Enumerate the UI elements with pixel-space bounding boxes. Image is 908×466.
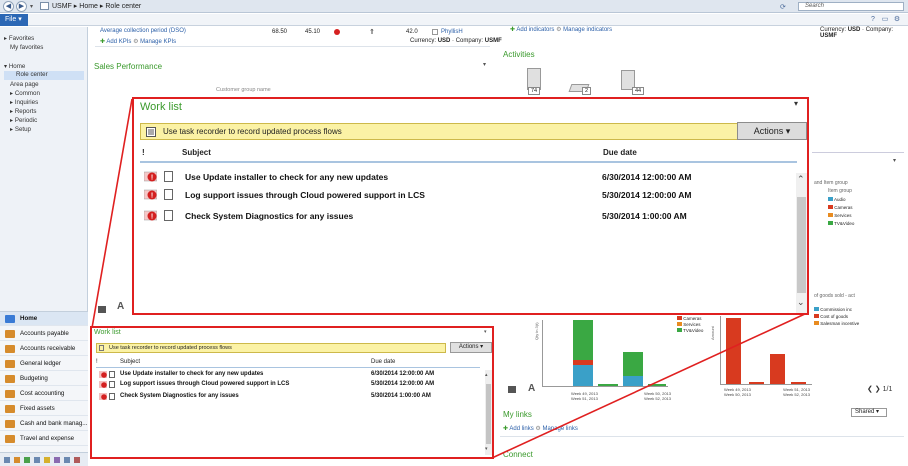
alert-icon (99, 381, 107, 388)
task-icon (164, 171, 173, 182)
small-col-flag[interactable]: ! (96, 359, 98, 365)
alert-icon: ! (144, 171, 157, 182)
row-due: 5/30/2014 12:00:00 AM (602, 190, 692, 200)
scroll-thumb[interactable] (797, 197, 806, 293)
table-row[interactable]: ! Check System Diagnostics for any issue… (140, 207, 797, 226)
small-actions-button[interactable]: Actions ▾ (450, 342, 492, 353)
row-subject: Log support issues through Cloud powered… (120, 381, 290, 387)
table-row[interactable]: Check System Diagnostics for any issues … (96, 392, 484, 402)
worklist-scrollbar[interactable]: ⌃ ⌄ (796, 173, 807, 313)
small-work-list-menu[interactable]: ▾ (484, 329, 487, 335)
task-icon (109, 371, 115, 378)
small-work-list-title: Work list (94, 329, 121, 336)
svg-text:!: ! (151, 175, 153, 182)
row-due: 6/30/2014 12:00:00 AM (602, 172, 692, 182)
work-list-menu-icon[interactable]: ▾ (794, 99, 798, 108)
scroll-down-icon[interactable]: ▾ (485, 446, 488, 452)
banner-text: Use task recorder to record updated proc… (163, 127, 342, 136)
table-row[interactable]: Use Update installer to check for any ne… (96, 370, 484, 380)
table-row[interactable]: ! Use Update installer to check for any … (140, 168, 797, 187)
small-banner-icon (99, 345, 104, 351)
col-due-header[interactable]: Due date (603, 148, 637, 157)
small-banner: Use task recorder to record updated proc… (96, 343, 446, 353)
task-recorder-banner: Use task recorder to record updated proc… (140, 123, 803, 140)
alert-icon (99, 393, 107, 400)
row-subject: Log support issues through Cloud powered… (185, 190, 425, 200)
scroll-up-icon[interactable]: ⌃ (797, 174, 805, 185)
table-row[interactable]: ! Log support issues through Cloud power… (140, 186, 797, 205)
small-col-subject[interactable]: Subject (120, 359, 140, 365)
chevron-down-icon: ▾ (785, 126, 791, 136)
row-due: 5/30/2014 1:00:00 AM (371, 393, 431, 399)
work-list-title: Work list (140, 101, 182, 113)
actions-button[interactable]: Actions ▾ (737, 122, 807, 140)
small-banner-text: Use task recorder to record updated proc… (109, 345, 232, 351)
table-row[interactable]: Log support issues through Cloud powered… (96, 380, 484, 390)
row-subject: Check System Diagnostics for any issues (185, 211, 354, 221)
row-due: 5/30/2014 12:00:00 AM (371, 381, 435, 387)
row-subject: Use Update installer to check for any ne… (185, 172, 389, 182)
work-list-zoomed: Work list ▾ Use task recorder to record … (132, 97, 809, 315)
row-subject: Check System Diagnostics for any issues (120, 393, 239, 399)
row-subject: Use Update installer to check for any ne… (120, 371, 264, 377)
task-icon (164, 210, 173, 221)
alert-icon (99, 371, 107, 378)
small-scrollbar[interactable]: ▴ ▾ (485, 370, 492, 455)
alert-icon: ! (144, 189, 157, 200)
row-due: 5/30/2014 1:00:00 AM (602, 211, 687, 221)
scroll-up-icon[interactable]: ▴ (485, 372, 488, 378)
task-icon (109, 381, 115, 388)
small-col-due[interactable]: Due date (371, 359, 395, 365)
col-subject-header[interactable]: Subject (182, 148, 211, 157)
task-icon (164, 189, 173, 200)
scroll-down-icon[interactable]: ⌄ (797, 297, 805, 308)
svg-text:!: ! (151, 193, 153, 200)
row-due: 6/30/2014 12:00:00 AM (371, 371, 435, 377)
col-flag-header[interactable]: ! (142, 148, 145, 157)
document-icon (146, 127, 156, 137)
task-icon (109, 393, 115, 400)
svg-text:!: ! (151, 214, 153, 221)
alert-icon: ! (144, 210, 157, 221)
scroll-thumb[interactable] (486, 384, 491, 444)
work-list-small: Work list ▾ Use task recorder to record … (90, 326, 494, 459)
